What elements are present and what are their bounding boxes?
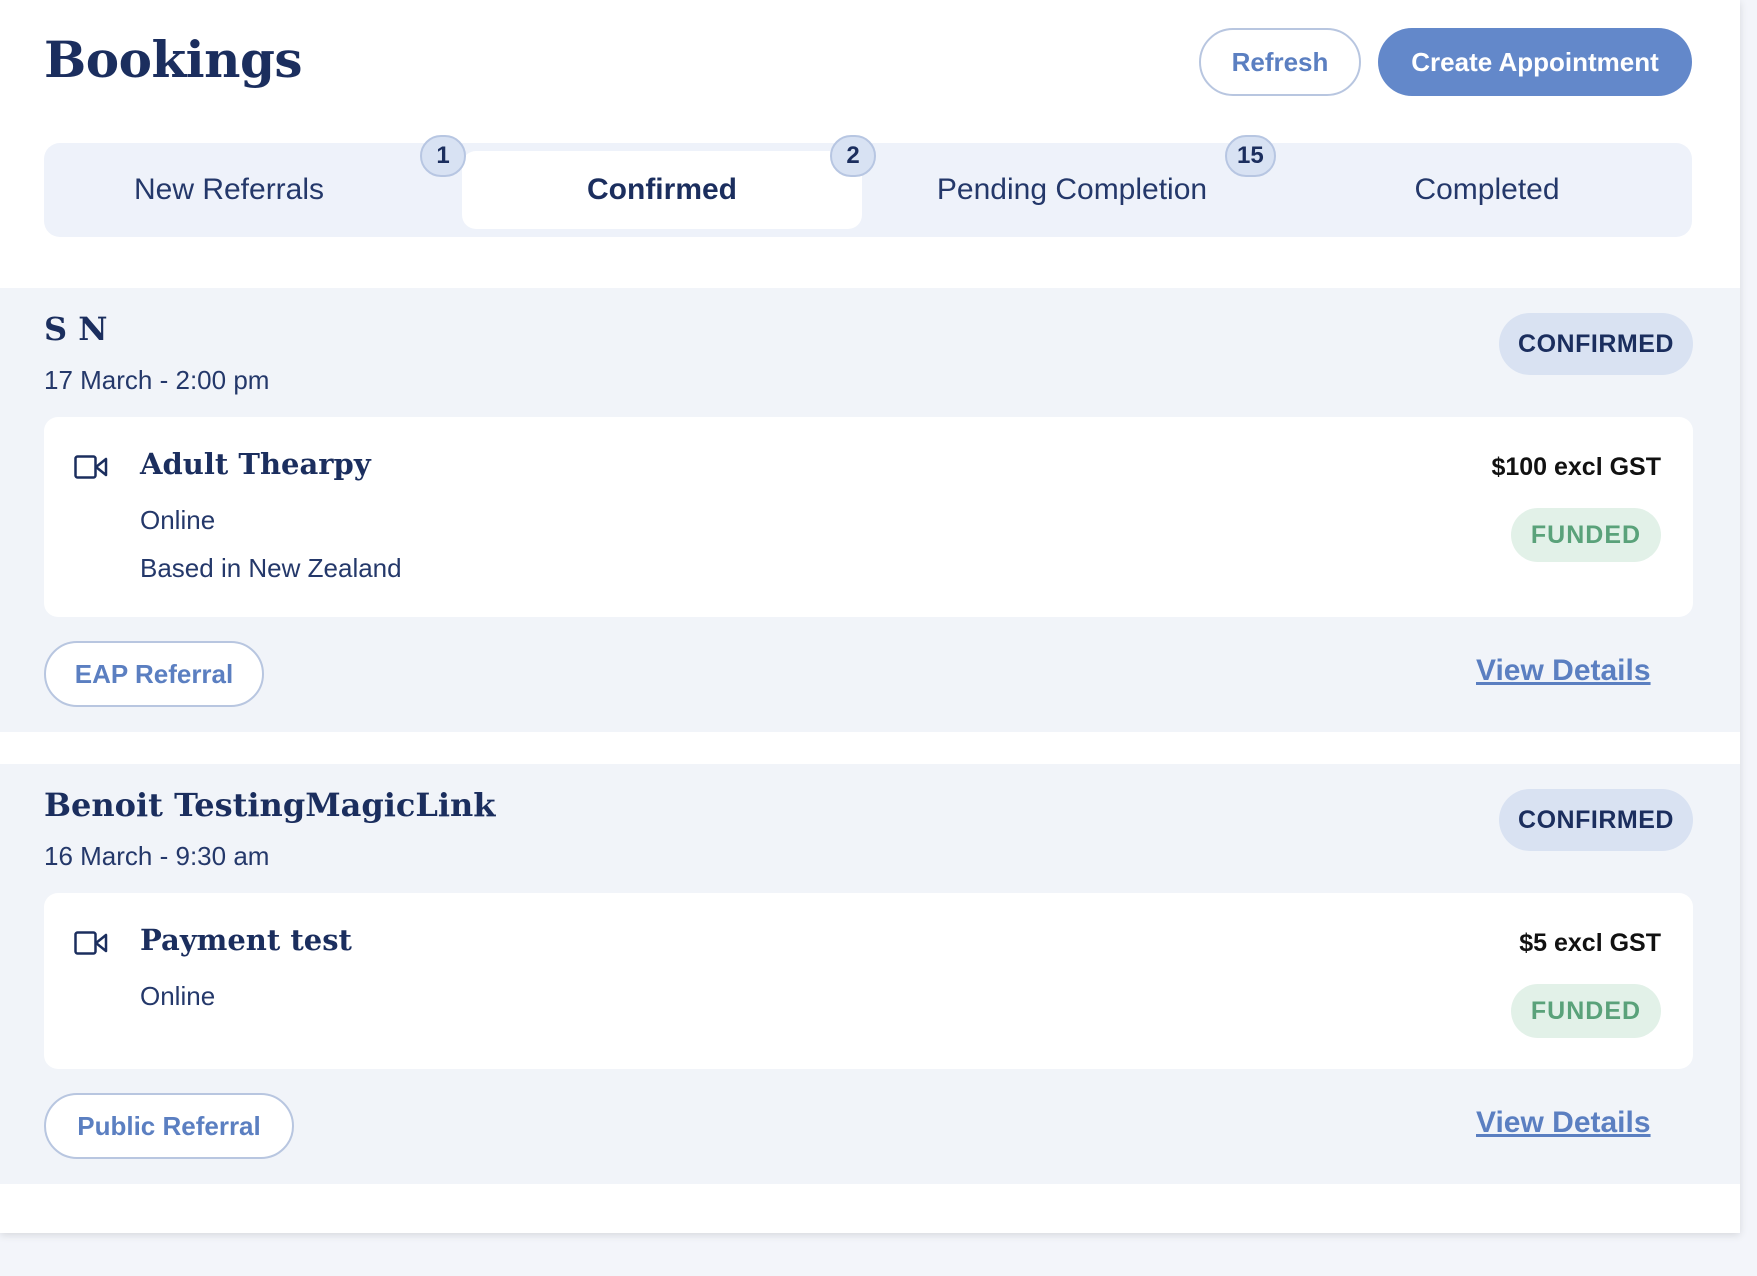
tab-label: Confirmed (587, 173, 737, 206)
page-header: Bookings Refresh Create Appointment (0, 0, 1740, 120)
tab-pending-completion[interactable]: Pending Completion (862, 151, 1282, 229)
booking-datetime: 16 March - 9:30 am (44, 841, 270, 871)
tab-completed[interactable]: Completed (1282, 151, 1692, 229)
tab-count-badge: 2 (830, 135, 876, 177)
funded-badge: FUNDED (1511, 984, 1661, 1038)
service-card: Payment test Online $5 excl GST FUNDED (44, 893, 1693, 1069)
view-details-link[interactable]: View Details (1476, 654, 1651, 688)
tab-label: Completed (1414, 173, 1560, 206)
status-badge: CONFIRMED (1499, 313, 1693, 375)
service-title: Payment test (140, 923, 352, 957)
booking-item: Benoit TestingMagicLink 16 March - 9:30 … (0, 764, 1740, 1184)
tab-count-badge: 15 (1225, 135, 1276, 177)
refresh-button[interactable]: Refresh (1199, 28, 1361, 96)
service-location: Based in New Zealand (140, 553, 402, 583)
service-title: Adult Thearpy (140, 447, 371, 481)
service-card: Adult Thearpy Online Based in New Zealan… (44, 417, 1693, 617)
tab-new-referrals[interactable]: New Referrals (44, 151, 414, 229)
booking-datetime: 17 March - 2:00 pm (44, 365, 270, 395)
tab-confirmed[interactable]: Confirmed (462, 151, 862, 229)
status-badge: CONFIRMED (1499, 789, 1693, 851)
client-name: S N (44, 310, 108, 348)
video-camera-icon (74, 455, 108, 479)
booking-item: S N 17 March - 2:00 pm CONFIRMED Adult T… (0, 288, 1740, 732)
video-camera-icon (74, 931, 108, 955)
funded-badge: FUNDED (1511, 508, 1661, 562)
service-mode: Online (140, 505, 216, 535)
tab-count-badge: 1 (420, 135, 466, 177)
service-price: $5 excl GST (1519, 929, 1661, 957)
referral-type-pill[interactable]: Public Referral (44, 1093, 294, 1159)
page-title: Bookings (44, 30, 303, 89)
tab-label: Pending Completion (936, 173, 1208, 206)
service-price: $100 excl GST (1491, 453, 1661, 481)
referral-type-pill[interactable]: EAP Referral (44, 641, 264, 707)
bookings-panel: Bookings Refresh Create Appointment New … (0, 0, 1740, 1233)
create-appointment-button[interactable]: Create Appointment (1378, 28, 1692, 96)
view-details-link[interactable]: View Details (1476, 1106, 1651, 1140)
service-mode: Online (140, 981, 216, 1011)
client-name: Benoit TestingMagicLink (44, 786, 496, 824)
tab-label: New Referrals (133, 173, 325, 206)
